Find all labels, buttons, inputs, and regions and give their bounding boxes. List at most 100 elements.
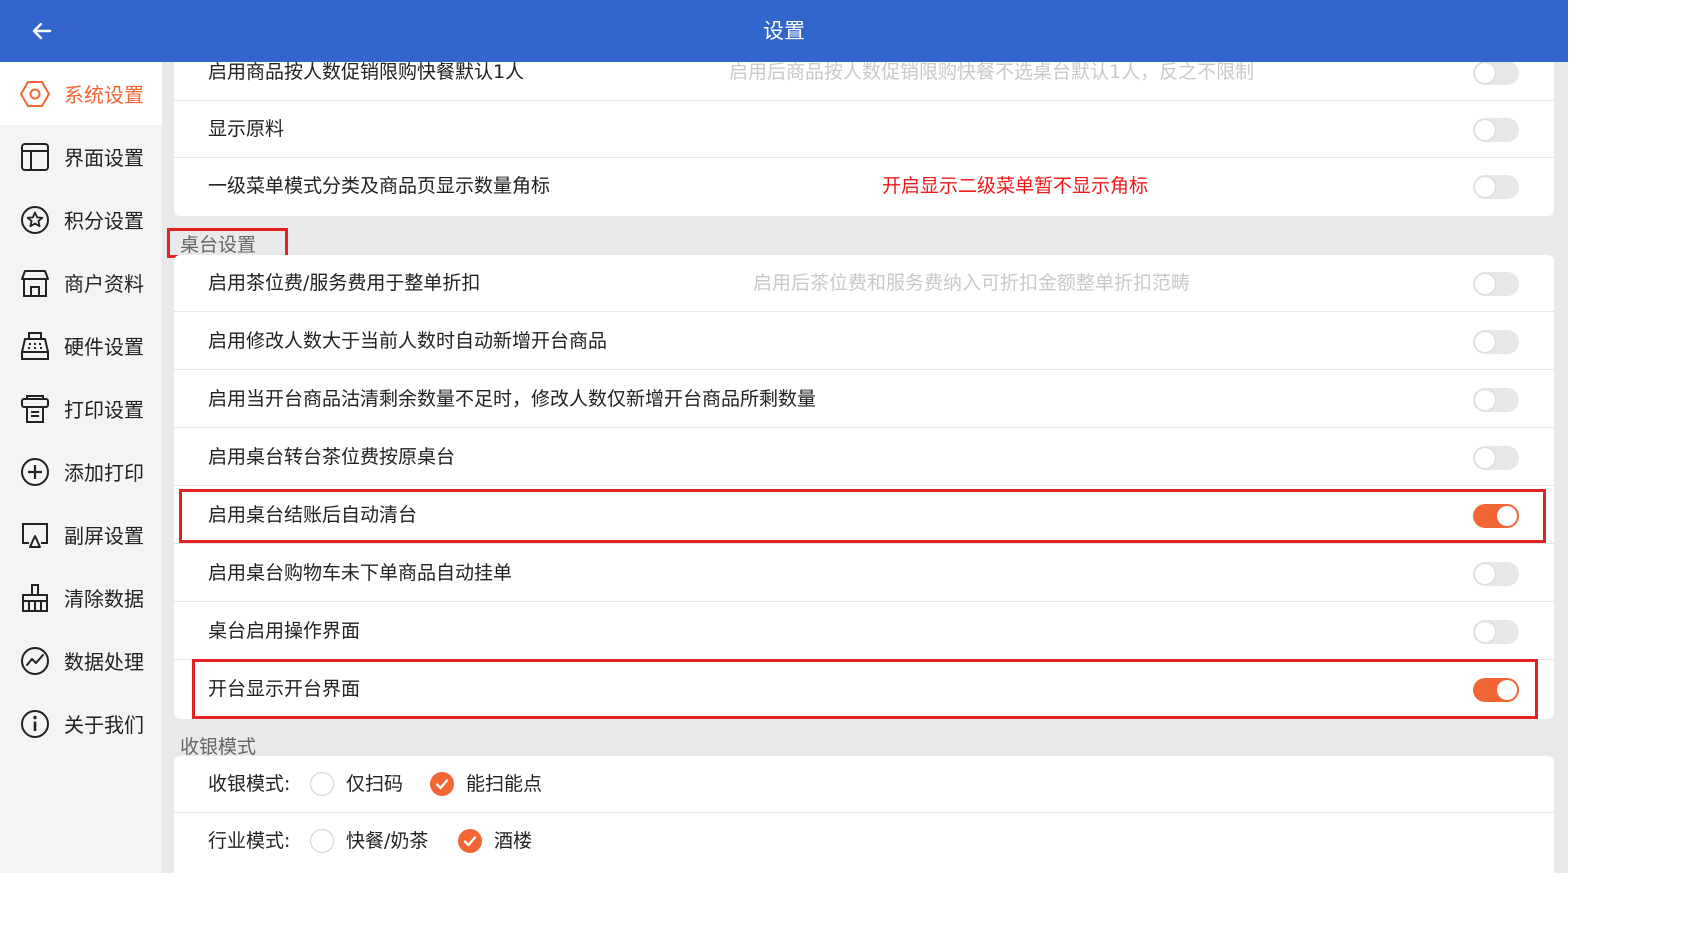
radio-fast-food-tea[interactable] <box>310 829 334 853</box>
radio-scan-and-order[interactable] <box>430 772 454 796</box>
toggle-switch[interactable] <box>1473 388 1519 412</box>
sidebar-item-interface-settings[interactable]: 界面设置 <box>0 125 162 188</box>
radio-label[interactable]: 仅扫码 <box>346 756 403 813</box>
sidebar-item-label: 积分设置 <box>64 209 144 233</box>
sidebar-item-print-settings[interactable]: 打印设置 <box>0 377 162 440</box>
setting-label: 启用茶位费/服务费用于整单折扣 <box>208 272 481 294</box>
check-icon <box>463 836 477 847</box>
sidebar: 系统设置 界面设置 积分设置 商户资料 硬件设置 打印设置 添加打印 副屏设置 … <box>0 62 162 873</box>
sidebar-item-label: 添加打印 <box>64 461 144 485</box>
toggle-switch[interactable] <box>1473 118 1519 142</box>
page-title: 设置 <box>763 19 805 43</box>
broom-icon <box>19 582 51 614</box>
toggle-knob <box>1475 63 1495 83</box>
cashier-mode-label: 收银模式: <box>208 773 291 795</box>
setting-label: 开台显示开台界面 <box>208 678 361 700</box>
setting-label: 桌台启用操作界面 <box>208 620 361 642</box>
setting-row: 桌台启用操作界面 <box>174 603 1554 660</box>
sidebar-item-label: 清除数据 <box>64 587 144 611</box>
toggle-knob <box>1497 680 1517 700</box>
star-circle-icon <box>19 204 51 236</box>
toggle-switch[interactable] <box>1473 562 1519 586</box>
sidebar-item-system-settings[interactable]: 系统设置 <box>0 62 162 125</box>
chart-circle-icon <box>19 645 51 677</box>
display-icon <box>19 519 51 551</box>
toggle-knob <box>1475 564 1495 584</box>
printer-receipt-icon <box>19 393 51 425</box>
toggle-knob <box>1475 448 1495 468</box>
setting-row: 启用桌台转台茶位费按原桌台 <box>174 429 1554 486</box>
hexagon-settings-icon <box>19 78 51 110</box>
top-bar: 设置 <box>0 0 1568 62</box>
toggle-switch[interactable] <box>1473 620 1519 644</box>
settings-content: 启用商品按人数促销限购快餐默认1人 启用后商品按人数促销限购快餐不选桌台默认1人… <box>162 62 1568 873</box>
sidebar-item-label: 界面设置 <box>64 146 144 170</box>
toggle-knob <box>1497 506 1517 526</box>
radio-label[interactable]: 快餐/奶茶 <box>346 813 428 870</box>
general-settings-card: 启用商品按人数促销限购快餐默认1人 启用后商品按人数促销限购快餐不选桌台默认1人… <box>174 62 1554 216</box>
sidebar-item-merchant-info[interactable]: 商户资料 <box>0 251 162 314</box>
setting-row: 启用商品按人数促销限购快餐默认1人 启用后商品按人数促销限购快餐不选桌台默认1人… <box>174 62 1554 101</box>
setting-row: 开台显示开台界面 <box>174 661 1554 719</box>
plus-circle-icon <box>19 456 51 488</box>
sidebar-item-data-processing[interactable]: 数据处理 <box>0 629 162 692</box>
toggle-knob <box>1475 622 1495 642</box>
setting-row: 一级菜单模式分类及商品页显示数量角标 开启显示二级菜单暂不显示角标 <box>174 158 1554 216</box>
industry-mode-row: 行业模式: 快餐/奶茶 酒楼 <box>174 813 1554 870</box>
sidebar-item-secondary-screen[interactable]: 副屏设置 <box>0 503 162 566</box>
industry-mode-label: 行业模式: <box>208 830 291 852</box>
cashier-mode-row: 收银模式: 仅扫码 能扫能点 <box>174 756 1554 813</box>
table-settings-card: 启用茶位费/服务费用于整单折扣 启用后茶位费和服务费纳入可折扣金额整单折扣范畴 … <box>174 255 1554 719</box>
toggle-knob <box>1475 390 1495 410</box>
radio-restaurant[interactable] <box>458 829 482 853</box>
sidebar-item-label: 数据处理 <box>64 650 144 674</box>
setting-row: 启用茶位费/服务费用于整单折扣 启用后茶位费和服务费纳入可折扣金额整单折扣范畴 <box>174 255 1554 312</box>
sidebar-item-label: 商户资料 <box>64 272 144 296</box>
sidebar-item-label: 系统设置 <box>64 83 144 107</box>
toggle-knob <box>1475 332 1495 352</box>
toggle-switch[interactable] <box>1473 175 1519 199</box>
toggle-switch[interactable] <box>1473 62 1519 85</box>
sidebar-item-clear-data[interactable]: 清除数据 <box>0 566 162 629</box>
settings-screen: 设置 系统设置 界面设置 积分设置 商户资料 硬件设置 打印设置 添加打印 副屏… <box>0 0 1568 873</box>
toggle-switch[interactable] <box>1473 272 1519 296</box>
sidebar-item-label: 关于我们 <box>64 713 144 737</box>
setting-label: 显示原料 <box>208 118 285 140</box>
toggle-knob <box>1475 274 1495 294</box>
setting-label: 启用桌台结账后自动清台 <box>208 504 418 526</box>
section-title-cashier-mode: 收银模式 <box>180 736 257 758</box>
setting-row: 启用修改人数大于当前人数时自动新增开台商品 <box>174 313 1554 370</box>
toggle-switch[interactable] <box>1473 678 1519 702</box>
setting-row: 启用桌台购物车未下单商品自动挂单 <box>174 545 1554 602</box>
toggle-switch[interactable] <box>1473 446 1519 470</box>
store-icon <box>19 267 51 299</box>
toggle-knob <box>1475 120 1495 140</box>
setting-description: 开启显示二级菜单暂不显示角标 <box>882 175 1149 197</box>
radio-label[interactable]: 能扫能点 <box>466 756 542 813</box>
section-title-table-settings: 桌台设置 <box>180 234 257 256</box>
radio-scan-only[interactable] <box>310 772 334 796</box>
sidebar-item-points-settings[interactable]: 积分设置 <box>0 188 162 251</box>
sidebar-item-label: 硬件设置 <box>64 335 144 359</box>
toggle-switch[interactable] <box>1473 504 1519 528</box>
toggle-switch[interactable] <box>1473 330 1519 354</box>
setting-label: 启用商品按人数促销限购快餐默认1人 <box>208 62 525 83</box>
setting-label: 启用当开台商品沽清剩余数量不足时，修改人数仅新增开台商品所剩数量 <box>208 388 817 410</box>
sidebar-item-label: 打印设置 <box>64 398 144 422</box>
radio-label[interactable]: 酒楼 <box>494 813 532 870</box>
layout-icon <box>19 141 51 173</box>
cash-register-icon <box>19 330 51 362</box>
cashier-mode-card: 收银模式: 仅扫码 能扫能点 行业模式: 快餐/奶茶 酒楼 <box>174 756 1554 873</box>
setting-row: 启用当开台商品沽清剩余数量不足时，修改人数仅新增开台商品所剩数量 <box>174 371 1554 428</box>
sidebar-item-label: 副屏设置 <box>64 524 144 548</box>
setting-label: 启用桌台购物车未下单商品自动挂单 <box>208 562 513 584</box>
setting-row: 显示原料 <box>174 101 1554 158</box>
setting-row: 启用桌台结账后自动清台 <box>174 487 1554 544</box>
setting-label: 启用桌台转台茶位费按原桌台 <box>208 446 456 468</box>
sidebar-item-add-printer[interactable]: 添加打印 <box>0 440 162 503</box>
setting-label: 启用修改人数大于当前人数时自动新增开台商品 <box>208 330 608 352</box>
sidebar-item-hardware-settings[interactable]: 硬件设置 <box>0 314 162 377</box>
setting-description: 启用后茶位费和服务费纳入可折扣金额整单折扣范畴 <box>753 272 1191 294</box>
sidebar-item-about-us[interactable]: 关于我们 <box>0 692 162 755</box>
check-icon <box>435 779 449 790</box>
